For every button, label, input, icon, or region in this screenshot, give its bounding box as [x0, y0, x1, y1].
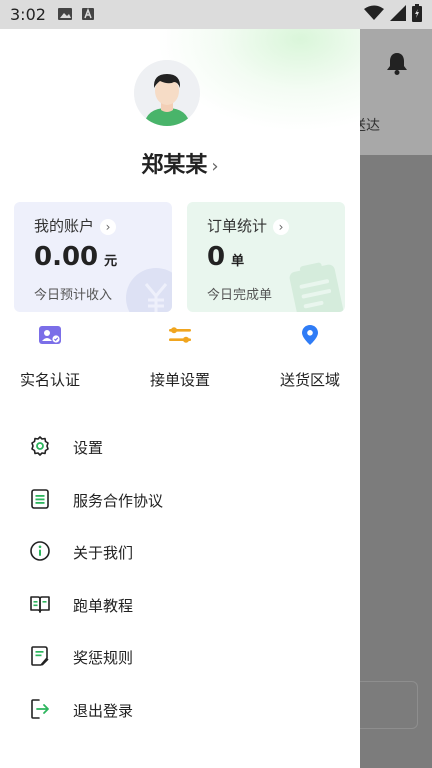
menu-item-service-agreement[interactable]: 服务合作协议: [0, 474, 360, 527]
bell-icon: [386, 51, 408, 79]
order-count: 0: [207, 242, 226, 272]
status-bar: 3:02: [0, 0, 432, 29]
image-notification-icon: [57, 5, 72, 24]
clipboard-watermark-icon: [289, 262, 344, 312]
menu-item-label: 设置: [73, 439, 104, 457]
menu-item-label: 关于我们: [73, 544, 134, 562]
rules-icon: [29, 645, 51, 667]
battery-icon: [412, 4, 422, 26]
menu-item-label: 退出登录: [73, 701, 134, 720]
account-balance-row: 0.00 元: [34, 242, 117, 272]
order-stats-card[interactable]: 订单统计 › 0单 今日完成单: [187, 202, 345, 312]
menu-item-label: 奖惩规则: [73, 649, 134, 667]
order-subtitle: 今日完成单: [207, 288, 273, 303]
menu-item-tutorial[interactable]: 跑单教程: [0, 579, 360, 632]
user-name: 郑某某: [141, 153, 208, 178]
my-account-title: 我的账户: [34, 217, 95, 235]
chevron-right-icon: ›: [273, 219, 290, 235]
drawer-menu: 设置 服务合作协议 关于我们 跑单教程 奖惩规则 退出登录: [0, 421, 360, 736]
menu-item-about-us[interactable]: 关于我们: [0, 526, 360, 579]
menu-item-label: 跑单教程: [73, 596, 134, 615]
chevron-right-icon: ›: [211, 156, 219, 177]
quick-action-order-settings[interactable]: 接单设置: [120, 321, 240, 390]
account-balance: 0.00: [34, 242, 99, 272]
menu-item-logout[interactable]: 退出登录: [0, 684, 360, 737]
wifi-icon: [364, 5, 384, 25]
quick-action-real-name-auth[interactable]: 实名认证: [0, 321, 110, 390]
quick-action-label: 送货区域: [279, 371, 340, 389]
text-notification-icon: [81, 5, 94, 24]
profile-name-row[interactable]: 郑某某 ›: [0, 147, 360, 179]
account-balance-unit: 元: [104, 254, 118, 269]
order-stats-title-row: 订单统计 ›: [207, 215, 290, 236]
id-card-icon: [0, 321, 110, 349]
navigation-drawer: 郑某某 › 我的账户 › 0.00 元 今日预计收入 订单统计 › 0 单 今日…: [0, 29, 360, 768]
document-icon: [29, 488, 51, 510]
sliders-icon: [120, 321, 240, 349]
background-app-card: [360, 681, 418, 729]
order-count-row: 0单: [207, 242, 244, 272]
quick-action-label: 接单设置: [149, 371, 210, 389]
chevron-right-icon: ›: [100, 219, 117, 235]
menu-item-reward-penalty-rules[interactable]: 奖惩规则: [0, 631, 360, 684]
yuan-watermark-icon: [126, 268, 172, 312]
quick-actions: 实名认证 接单设置 送货区域: [0, 321, 360, 391]
background-app-header: 送达: [352, 29, 432, 155]
order-count-unit: 单: [231, 254, 245, 269]
account-subtitle: 今日预计收入: [34, 288, 113, 303]
gear-icon: [29, 435, 51, 457]
quick-action-delivery-area[interactable]: 送货区域: [250, 321, 360, 390]
signal-icon: [390, 5, 406, 25]
info-icon: [29, 540, 51, 562]
location-pin-icon: [250, 321, 360, 349]
order-stats-title: 订单统计: [207, 217, 268, 235]
quick-action-label: 实名认证: [19, 371, 80, 389]
book-icon: [29, 593, 51, 615]
logout-icon: [29, 698, 51, 720]
menu-item-settings[interactable]: 设置: [0, 421, 360, 474]
background-app-scrim[interactable]: 送达: [352, 29, 432, 768]
my-account-card[interactable]: 我的账户 › 0.00 元 今日预计收入: [14, 202, 172, 312]
menu-item-label: 服务合作协议: [73, 491, 164, 510]
avatar[interactable]: [134, 60, 200, 126]
status-time: 3:02: [10, 5, 46, 24]
my-account-title-row: 我的账户 ›: [34, 215, 117, 236]
